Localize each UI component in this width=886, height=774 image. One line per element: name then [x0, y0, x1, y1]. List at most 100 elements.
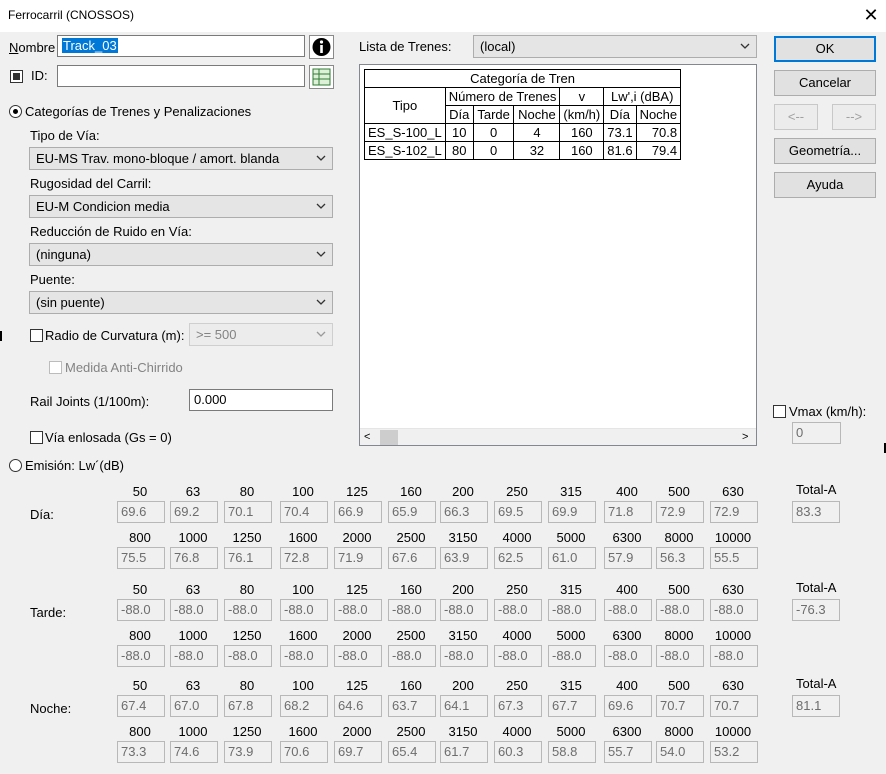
- emission-value-field[interactable]: 65.4: [388, 741, 436, 763]
- emission-value-field[interactable]: 60.3: [494, 741, 542, 763]
- cell-tipo[interactable]: ES_S-100_L: [364, 123, 446, 142]
- cell-lw-dia[interactable]: 81.6: [603, 141, 637, 160]
- prev-button[interactable]: <--: [774, 104, 818, 130]
- scroll-thumb[interactable]: [380, 430, 398, 445]
- cell-dia[interactable]: 80: [444, 141, 474, 160]
- cell-tipo[interactable]: ES_S-102_L: [364, 141, 446, 160]
- emission-value-field[interactable]: 69.6: [604, 695, 652, 717]
- emission-value-field[interactable]: -88.0: [604, 645, 652, 667]
- via-enlosada-checkbox[interactable]: [30, 431, 43, 444]
- vmax-input[interactable]: 0: [792, 422, 841, 444]
- categorias-radio[interactable]: [9, 105, 22, 118]
- emission-value-field[interactable]: 63.7: [388, 695, 436, 717]
- emission-value-field[interactable]: 57.9: [604, 547, 652, 569]
- emission-value-field[interactable]: 72.9: [710, 501, 758, 523]
- emission-value-field[interactable]: -88.0: [494, 599, 542, 621]
- emission-value-field[interactable]: -88.0: [388, 645, 436, 667]
- emission-value-field[interactable]: 62.5: [494, 547, 542, 569]
- emission-value-field[interactable]: 63.9: [440, 547, 488, 569]
- emission-value-field[interactable]: 67.0: [170, 695, 218, 717]
- emission-value-field[interactable]: -88.0: [280, 599, 328, 621]
- emission-value-field[interactable]: 58.8: [548, 741, 596, 763]
- emission-value-field[interactable]: 69.6: [117, 501, 165, 523]
- cell-noche[interactable]: 32: [513, 141, 561, 160]
- id-checkbox[interactable]: [10, 70, 23, 83]
- emission-value-field[interactable]: 69.9: [548, 501, 596, 523]
- table-row[interactable]: ES_S-102_L 80 0 32 160 81.6 79.4: [364, 141, 682, 160]
- emission-value-field[interactable]: -88.0: [334, 599, 382, 621]
- cell-noche[interactable]: 4: [513, 123, 561, 142]
- cell-v[interactable]: 160: [559, 141, 605, 160]
- emission-value-field[interactable]: 75.5: [117, 547, 165, 569]
- emission-value-field[interactable]: -88.0: [548, 645, 596, 667]
- emission-value-field[interactable]: -88.0: [170, 599, 218, 621]
- cell-tarde[interactable]: 0: [472, 123, 515, 142]
- emission-value-field[interactable]: 76.8: [170, 547, 218, 569]
- vmax-checkbox[interactable]: [773, 405, 786, 418]
- emission-value-field[interactable]: 67.7: [548, 695, 596, 717]
- emission-value-field[interactable]: 67.8: [224, 695, 272, 717]
- emission-value-field[interactable]: 66.3: [440, 501, 488, 523]
- emission-value-field[interactable]: 68.2: [280, 695, 328, 717]
- tipo-via-select[interactable]: EU-MS Trav. mono-bloque / amort. blanda: [29, 147, 333, 170]
- radio-curvatura-checkbox[interactable]: [30, 329, 43, 342]
- cell-lw-noche[interactable]: 79.4: [635, 141, 682, 160]
- puente-select[interactable]: (sin puente): [29, 291, 333, 314]
- emission-value-field[interactable]: 69.2: [170, 501, 218, 523]
- table-row[interactable]: ES_S-100_L 10 0 4 160 73.1 70.8: [364, 123, 682, 142]
- emision-radio[interactable]: [9, 459, 22, 472]
- cell-v[interactable]: 160: [559, 123, 605, 142]
- emission-value-field[interactable]: 72.8: [280, 547, 328, 569]
- rail-joints-input[interactable]: 0.000: [189, 389, 333, 411]
- emission-value-field[interactable]: -88.0: [494, 645, 542, 667]
- emission-value-field[interactable]: 65.9: [388, 501, 436, 523]
- emission-value-field[interactable]: -88.0: [334, 645, 382, 667]
- emission-value-field[interactable]: -88.0: [117, 599, 165, 621]
- rugosidad-select[interactable]: EU-M Condicion media: [29, 195, 333, 218]
- emission-value-field[interactable]: 61.7: [440, 741, 488, 763]
- reduccion-select[interactable]: (ninguna): [29, 243, 333, 266]
- id-table-button[interactable]: [309, 65, 334, 89]
- emission-value-field[interactable]: 70.7: [710, 695, 758, 717]
- emission-value-field[interactable]: 74.6: [170, 741, 218, 763]
- radio-curvatura-select[interactable]: >= 500: [189, 323, 333, 346]
- emission-value-field[interactable]: -88.0: [710, 599, 758, 621]
- emission-value-field[interactable]: -88.0: [280, 645, 328, 667]
- emission-value-field[interactable]: 73.9: [224, 741, 272, 763]
- geometry-button[interactable]: Geometría...: [774, 138, 876, 164]
- emission-value-field[interactable]: -88.0: [710, 645, 758, 667]
- emission-value-field[interactable]: 55.7: [604, 741, 652, 763]
- next-button[interactable]: -->: [832, 104, 876, 130]
- scroll-right-icon[interactable]: >: [742, 430, 748, 445]
- total-a-field[interactable]: 81.1: [792, 695, 840, 717]
- info-button[interactable]: [309, 35, 334, 59]
- emission-value-field[interactable]: 72.9: [656, 501, 704, 523]
- train-table-panel[interactable]: Categoría de Tren Tipo Número de Trenes …: [359, 64, 757, 446]
- emission-value-field[interactable]: 76.1: [224, 547, 272, 569]
- nombre-input[interactable]: Track_03: [57, 35, 305, 57]
- emission-value-field[interactable]: 69.7: [334, 741, 382, 763]
- emission-value-field[interactable]: -88.0: [440, 599, 488, 621]
- emission-value-field[interactable]: 66.9: [334, 501, 382, 523]
- emission-value-field[interactable]: -88.0: [388, 599, 436, 621]
- emission-value-field[interactable]: 55.5: [710, 547, 758, 569]
- emission-value-field[interactable]: 67.4: [117, 695, 165, 717]
- scroll-left-icon[interactable]: <: [364, 430, 370, 445]
- id-input[interactable]: [57, 65, 305, 87]
- emission-value-field[interactable]: -88.0: [224, 599, 272, 621]
- emission-value-field[interactable]: -88.0: [224, 645, 272, 667]
- emission-value-field[interactable]: 70.4: [280, 501, 328, 523]
- close-icon[interactable]: ✕: [858, 3, 884, 27]
- emission-value-field[interactable]: 67.3: [494, 695, 542, 717]
- emission-value-field[interactable]: 54.0: [656, 741, 704, 763]
- emission-value-field[interactable]: -88.0: [117, 645, 165, 667]
- total-a-field[interactable]: -76.3: [792, 599, 840, 621]
- emission-value-field[interactable]: 69.5: [494, 501, 542, 523]
- horizontal-scrollbar[interactable]: < >: [360, 428, 756, 445]
- emission-value-field[interactable]: 53.2: [710, 741, 758, 763]
- cancel-button[interactable]: Cancelar: [774, 70, 876, 96]
- emission-value-field[interactable]: 71.8: [604, 501, 652, 523]
- anti-chirrido-checkbox[interactable]: [49, 361, 62, 374]
- emission-value-field[interactable]: 64.1: [440, 695, 488, 717]
- emission-value-field[interactable]: 71.9: [334, 547, 382, 569]
